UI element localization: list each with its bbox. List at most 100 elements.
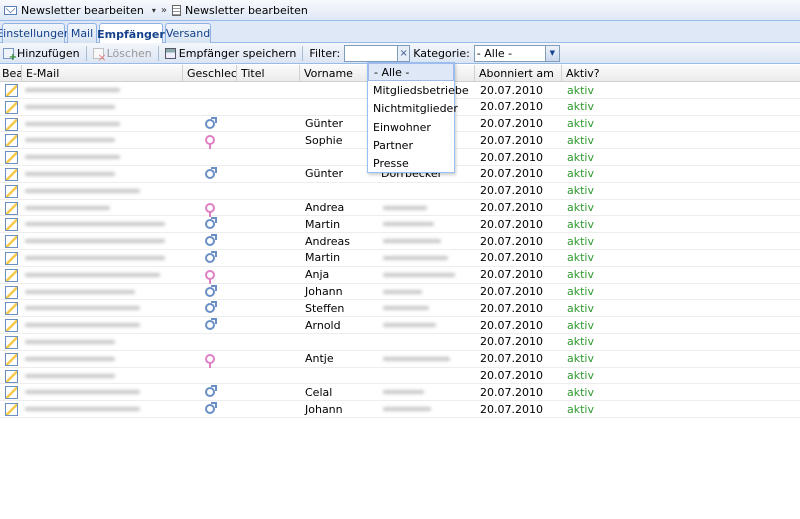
edit-icon[interactable] bbox=[5, 151, 18, 165]
column-header-firstname[interactable]: Vorname bbox=[300, 65, 376, 82]
tab-einstellungen[interactable]: Einstellungen bbox=[0, 23, 71, 43]
active-status-cell: aktiv bbox=[567, 402, 594, 416]
filter-input[interactable] bbox=[344, 44, 399, 62]
category-label: Kategorie: bbox=[413, 46, 470, 60]
edit-icon[interactable] bbox=[5, 268, 18, 282]
dropdown-option[interactable]: Nichtmitglieder bbox=[368, 100, 458, 118]
edit-icon[interactable] bbox=[5, 369, 18, 383]
column-header-subscribed[interactable]: Abonniert am bbox=[475, 65, 562, 82]
table-row[interactable]: Andreas 20.07.2010 aktiv bbox=[0, 233, 800, 250]
active-status-cell: aktiv bbox=[567, 133, 594, 147]
delete-button[interactable]: Löschen bbox=[90, 44, 155, 64]
add-button-label: Hinzufügen bbox=[17, 46, 80, 60]
edit-icon[interactable] bbox=[5, 403, 18, 417]
table-row[interactable]: 20.07.2010 aktiv bbox=[0, 368, 800, 385]
active-status-cell: aktiv bbox=[567, 268, 594, 282]
category-dropdown-list: - Alle - Mitgliedsbetriebe Nichtmitglieder… bbox=[367, 62, 469, 173]
dropdown-option[interactable]: Einwohner bbox=[368, 118, 454, 136]
firstname-cell: Anja bbox=[305, 268, 330, 282]
dropdown-option[interactable]: Presse bbox=[368, 154, 454, 172]
edit-icon[interactable] bbox=[5, 352, 18, 366]
active-status-cell: aktiv bbox=[567, 318, 594, 332]
table-row[interactable]: Celal 20.07.2010 aktiv bbox=[0, 384, 800, 402]
firstname-cell: Martin bbox=[305, 251, 341, 265]
subscribed-date-cell: 20.07.2010 bbox=[480, 285, 543, 299]
firstname-cell: Sophie bbox=[305, 133, 343, 147]
edit-icon[interactable] bbox=[5, 386, 18, 400]
column-header-email[interactable]: E-Mail bbox=[22, 65, 183, 82]
table-row[interactable]: Martin 20.07.2010 aktiv bbox=[0, 216, 800, 234]
subscribed-date-cell: 20.07.2010 bbox=[480, 83, 543, 97]
male-icon bbox=[205, 250, 217, 263]
table-row[interactable]: 20.07.2010 aktiv bbox=[0, 334, 800, 351]
female-icon bbox=[205, 353, 215, 368]
male-icon bbox=[205, 318, 217, 331]
active-status-cell: aktiv bbox=[567, 285, 594, 299]
edit-icon[interactable] bbox=[5, 235, 18, 249]
clear-filter-icon[interactable]: × bbox=[398, 44, 411, 62]
lastname-cell-redacted bbox=[383, 272, 455, 277]
male-icon bbox=[205, 217, 217, 230]
email-cell-redacted bbox=[25, 356, 115, 361]
dropdown-option[interactable]: Mitgliedsbetriebe bbox=[368, 81, 469, 99]
lastname-cell-redacted bbox=[383, 407, 431, 412]
breadcrumb-bar: Newsletter bearbeiten ▾ » Newsletter bea… bbox=[0, 0, 800, 21]
subscribed-date-cell: 20.07.2010 bbox=[480, 117, 543, 131]
column-header-gender[interactable]: Geschlecht bbox=[183, 65, 237, 82]
tab-empfaenger[interactable]: Empfänger bbox=[97, 23, 165, 44]
lastname-cell-redacted bbox=[383, 390, 424, 395]
add-button[interactable]: Hinzufügen bbox=[0, 44, 83, 63]
edit-icon[interactable] bbox=[5, 285, 18, 299]
table-row[interactable]: Anja 20.07.2010 aktiv bbox=[0, 267, 800, 284]
table-row[interactable]: Martin 20.07.2010 aktiv bbox=[0, 250, 800, 267]
table-row[interactable]: Arnold 20.07.2010 aktiv bbox=[0, 317, 800, 334]
table-row[interactable]: Johann 20.07.2010 aktiv bbox=[0, 284, 800, 301]
edit-icon[interactable] bbox=[5, 100, 18, 114]
save-recipients-button[interactable]: Empfänger speichern bbox=[162, 44, 300, 63]
toolbar: Hinzufügen Löschen Empfänger speichern F… bbox=[0, 43, 800, 64]
save-button-label: Empfänger speichern bbox=[178, 46, 297, 60]
toolbar-divider bbox=[85, 45, 87, 61]
subscribed-date-cell: 20.07.2010 bbox=[480, 184, 543, 198]
edit-icon[interactable] bbox=[5, 319, 18, 333]
active-status-cell: aktiv bbox=[567, 217, 594, 231]
edit-icon[interactable] bbox=[5, 84, 18, 97]
delete-icon bbox=[92, 47, 107, 64]
edit-icon[interactable] bbox=[5, 167, 18, 181]
dropdown-option[interactable]: - Alle - bbox=[368, 63, 454, 82]
edit-icon[interactable] bbox=[5, 251, 18, 265]
table-row[interactable]: Johann 20.07.2010 aktiv bbox=[0, 401, 800, 418]
table-row[interactable]: Andrea 20.07.2010 aktiv bbox=[0, 200, 800, 217]
chevron-down-icon[interactable]: ▼ bbox=[545, 44, 560, 62]
column-header-edit[interactable]: Bear bbox=[0, 65, 22, 82]
tab-versand[interactable]: Versand bbox=[165, 23, 211, 43]
active-status-cell: aktiv bbox=[567, 100, 594, 114]
edit-icon[interactable] bbox=[5, 134, 18, 148]
category-select-value[interactable]: - Alle - bbox=[473, 44, 546, 62]
table-row[interactable]: Antje 20.07.2010 aktiv bbox=[0, 351, 800, 368]
tab-strip: Einstellungen Mail Empfänger Versand bbox=[0, 21, 800, 44]
breadcrumb-item-current[interactable]: Newsletter bearbeiten bbox=[171, 4, 308, 17]
tab-mail[interactable]: Mail bbox=[67, 23, 97, 43]
edit-icon[interactable] bbox=[5, 201, 18, 215]
email-cell-redacted bbox=[25, 205, 110, 210]
edit-icon[interactable] bbox=[5, 117, 18, 131]
table-row[interactable]: 20.07.2010 aktiv bbox=[0, 183, 800, 200]
edit-icon[interactable] bbox=[5, 302, 18, 316]
firstname-cell: Arnold bbox=[305, 318, 341, 332]
column-header-title[interactable]: Titel bbox=[237, 65, 300, 82]
category-select[interactable]: - Alle - ▼ bbox=[473, 44, 560, 62]
column-header-active[interactable]: Aktiv? bbox=[562, 65, 800, 82]
edit-icon[interactable] bbox=[5, 335, 18, 349]
firstname-cell: Andreas bbox=[305, 234, 350, 248]
breadcrumb-item-newsletter[interactable]: Newsletter bearbeiten ▾ bbox=[4, 4, 156, 17]
edit-icon[interactable] bbox=[5, 218, 18, 232]
subscribed-date-cell: 20.07.2010 bbox=[480, 335, 543, 349]
firstname-cell: Steffen bbox=[305, 301, 345, 315]
edit-icon[interactable] bbox=[5, 184, 18, 198]
dropdown-option[interactable]: Partner bbox=[368, 136, 454, 154]
subscribed-date-cell: 20.07.2010 bbox=[480, 402, 543, 416]
table-row[interactable]: Steffen 20.07.2010 aktiv bbox=[0, 300, 800, 318]
chevron-down-icon[interactable]: ▾ bbox=[152, 6, 156, 15]
subscribed-date-cell: 20.07.2010 bbox=[480, 100, 543, 114]
